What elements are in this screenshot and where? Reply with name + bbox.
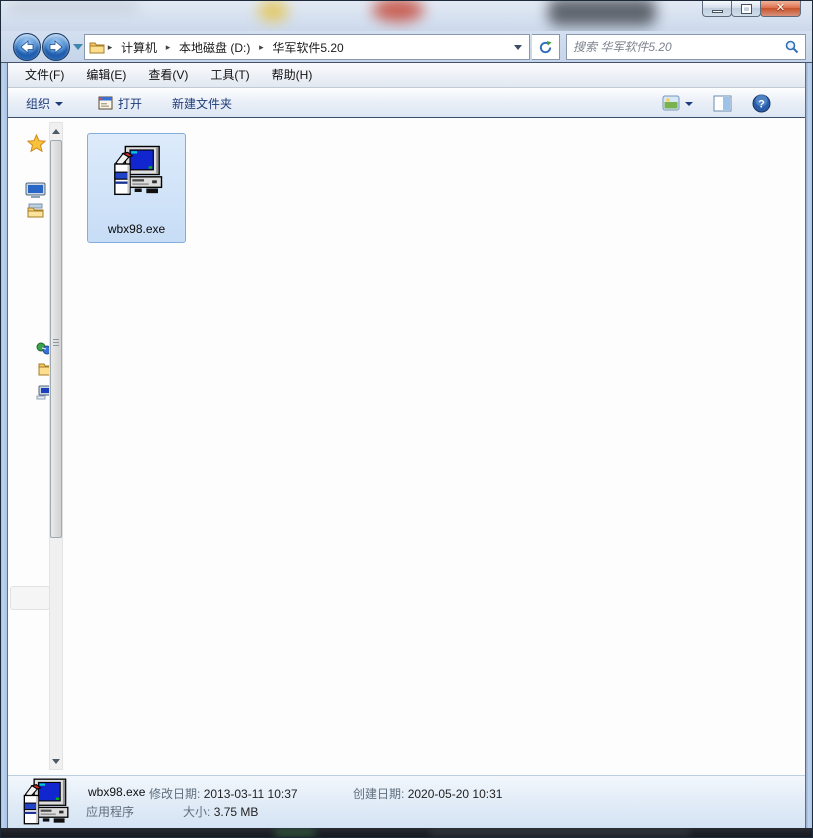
modified-label: 修改日期: xyxy=(149,787,201,801)
new-folder-button[interactable]: 新建文件夹 xyxy=(166,89,238,117)
favorites-star-icon[interactable] xyxy=(27,134,46,153)
forward-button[interactable] xyxy=(42,33,70,61)
window-border-right xyxy=(805,63,813,828)
sidebar-stub-button[interactable] xyxy=(10,586,50,610)
window-border-left xyxy=(0,63,8,828)
toolbar-right-group: ? xyxy=(656,89,777,117)
menu-help[interactable]: 帮助(H) xyxy=(261,63,324,87)
search-icon[interactable] xyxy=(779,40,805,54)
file-item-wbx98[interactable]: wbx98.exe xyxy=(87,133,186,243)
sidebar-scrollbar[interactable] xyxy=(49,122,63,770)
glass-blur-artifact xyxy=(275,830,315,836)
address-dropdown-button[interactable] xyxy=(507,36,529,58)
recent-pages-dropdown[interactable] xyxy=(73,44,83,50)
scroll-up-button[interactable] xyxy=(50,123,62,139)
scroll-down-button[interactable] xyxy=(50,753,62,769)
size-label: 大小: xyxy=(183,805,211,819)
glass-blur-artifact xyxy=(8,2,138,11)
details-file-name: wbx98.exe xyxy=(88,785,146,799)
created-label: 创建日期: xyxy=(353,787,405,801)
refresh-button[interactable] xyxy=(532,34,560,60)
navigation-bar: 计算机 本地磁盘 (D:) 华军软件5.20 xyxy=(0,31,813,63)
computer-icon[interactable] xyxy=(25,182,46,199)
command-toolbar: 组织 打开 新建文件夹 ? xyxy=(8,89,805,118)
menu-tools[interactable]: 工具(T) xyxy=(199,63,260,87)
menu-file[interactable]: 文件(F) xyxy=(14,63,75,87)
chevron-down-icon xyxy=(55,102,64,106)
glass-blur-artifact xyxy=(548,0,656,26)
triangle-up-icon xyxy=(52,128,60,134)
maximize-icon xyxy=(740,3,752,14)
back-button[interactable] xyxy=(13,33,41,61)
maximize-button[interactable] xyxy=(731,1,761,17)
new-folder-label: 新建文件夹 xyxy=(172,96,233,111)
minimize-button[interactable] xyxy=(702,1,732,17)
preview-pane-icon xyxy=(713,95,732,111)
refresh-icon xyxy=(539,40,552,53)
details-size: 大小: 3.75 MB xyxy=(183,803,258,820)
installer-app-icon xyxy=(113,145,162,196)
help-icon: ? xyxy=(752,94,771,112)
chevron-down-icon xyxy=(685,102,693,106)
change-view-button[interactable] xyxy=(656,89,699,117)
glass-blur-artifact xyxy=(430,831,690,835)
breadcrumb-separator-icon xyxy=(256,42,266,53)
breadcrumb-separator-icon xyxy=(105,42,115,53)
folder-icon xyxy=(89,42,105,54)
open-button[interactable]: 打开 xyxy=(92,89,148,117)
preview-pane-button[interactable] xyxy=(707,89,738,117)
scrollbar-thumb[interactable] xyxy=(50,140,62,538)
created-value: 2020-05-20 10:31 xyxy=(407,787,503,801)
forward-arrow-icon xyxy=(49,40,63,54)
breadcrumb-computer[interactable]: 计算机 xyxy=(115,39,163,56)
breadcrumb-current-folder[interactable]: 华军软件5.20 xyxy=(266,39,349,56)
close-icon xyxy=(776,3,785,14)
explorer-window: 计算机 本地磁盘 (D:) 华军软件5.20 文件(F) 编 xyxy=(0,0,813,838)
breadcrumb-separator-icon xyxy=(163,42,173,53)
window-border-bottom xyxy=(0,828,813,838)
libraries-icon[interactable] xyxy=(27,202,44,218)
views-icon xyxy=(662,95,680,111)
triangle-down-icon xyxy=(52,758,60,764)
titlebar xyxy=(0,0,813,31)
help-button[interactable]: ? xyxy=(746,89,777,117)
installer-app-icon xyxy=(23,778,69,825)
organize-label: 组织 xyxy=(26,96,51,111)
window-controls xyxy=(702,1,801,17)
glass-blur-artifact xyxy=(372,0,424,22)
file-name-label: wbx98.exe xyxy=(107,222,166,236)
minimize-icon xyxy=(711,10,723,13)
menu-edit[interactable]: 编辑(E) xyxy=(75,63,137,87)
details-modified: 修改日期: 2013-03-11 10:37 xyxy=(149,785,298,802)
svg-text:?: ? xyxy=(758,98,765,110)
scrollbar-grip-icon xyxy=(53,339,59,348)
application-window-icon xyxy=(98,96,113,110)
back-arrow-icon xyxy=(20,40,34,54)
search-input[interactable] xyxy=(567,40,779,54)
close-button[interactable] xyxy=(760,1,801,17)
open-label: 打开 xyxy=(118,96,143,111)
organize-button[interactable]: 组织 xyxy=(20,89,69,117)
details-created: 创建日期: 2020-05-20 10:31 xyxy=(353,785,502,802)
glass-blur-artifact xyxy=(258,0,288,22)
menu-view[interactable]: 查看(V) xyxy=(137,63,199,87)
breadcrumb-local-disk-d[interactable]: 本地磁盘 (D:) xyxy=(173,39,256,56)
details-pane: wbx98.exe 修改日期: 2013-03-11 10:37 创建日期: 2… xyxy=(8,775,805,828)
size-value: 3.75 MB xyxy=(213,805,259,819)
menu-bar: 文件(F) 编辑(E) 查看(V) 工具(T) 帮助(H) xyxy=(8,63,805,88)
content-area: wbx98.exe xyxy=(8,118,805,775)
address-bar[interactable]: 计算机 本地磁盘 (D:) 华军软件5.20 xyxy=(84,34,530,60)
details-file-type: 应用程序 xyxy=(86,805,135,819)
modified-value: 2013-03-11 10:37 xyxy=(203,787,298,801)
search-box xyxy=(566,34,806,60)
